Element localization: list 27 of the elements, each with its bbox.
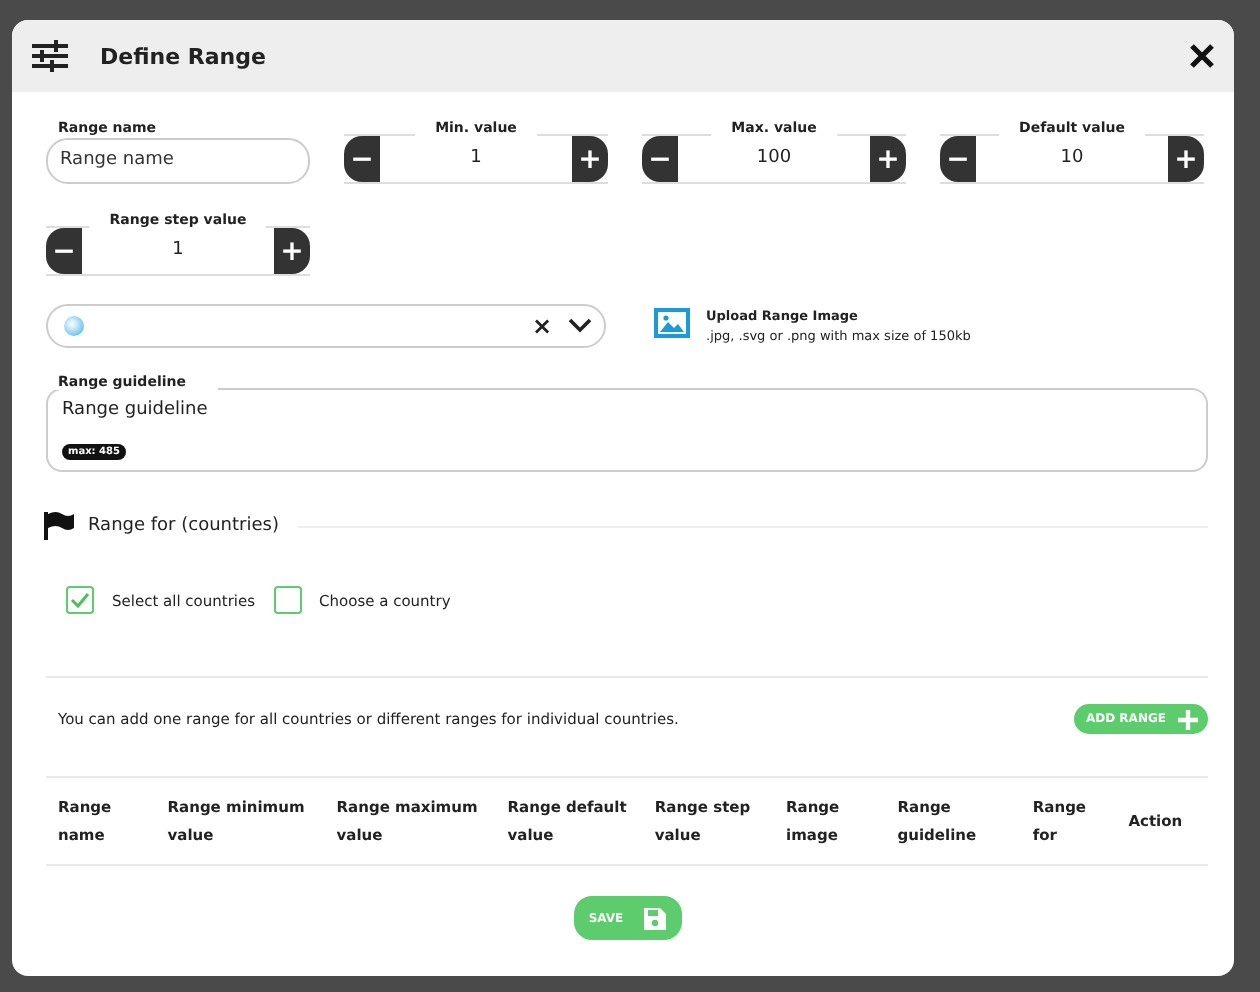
increment-button[interactable]: + (572, 136, 608, 182)
decrement-button[interactable]: − (940, 136, 976, 182)
decrement-button[interactable]: − (642, 136, 678, 182)
flag-icon (44, 512, 76, 540)
section-title: Range for (countries) (88, 516, 279, 536)
increment-button[interactable]: + (1168, 136, 1204, 182)
close-icon[interactable] (1190, 44, 1214, 68)
clear-button[interactable]: × (531, 312, 552, 340)
image-icon[interactable] (654, 308, 690, 338)
increment-button[interactable]: + (274, 228, 310, 274)
range-name-field[interactable]: Range name (46, 137, 310, 183)
sliders-icon (32, 40, 68, 72)
increment-button[interactable]: + (870, 136, 906, 182)
stepper-value[interactable]: 1 (82, 228, 274, 274)
plus-icon (1178, 709, 1198, 729)
stepper-value[interactable]: 10 (976, 136, 1168, 182)
image-select[interactable]: × (46, 304, 606, 348)
decrement-button[interactable]: − (46, 228, 82, 274)
stepper-value[interactable]: 100 (678, 136, 870, 182)
stepper-value[interactable]: 1 (380, 136, 572, 182)
dialog-title: Define Range (100, 43, 268, 69)
globe-icon (64, 316, 84, 336)
checkbox[interactable] (66, 586, 94, 614)
checkbox[interactable] (273, 586, 302, 614)
chevron-down-icon[interactable] (568, 318, 592, 334)
decrement-button[interactable]: − (344, 136, 380, 182)
guideline-placeholder: Range guideline (62, 400, 208, 420)
